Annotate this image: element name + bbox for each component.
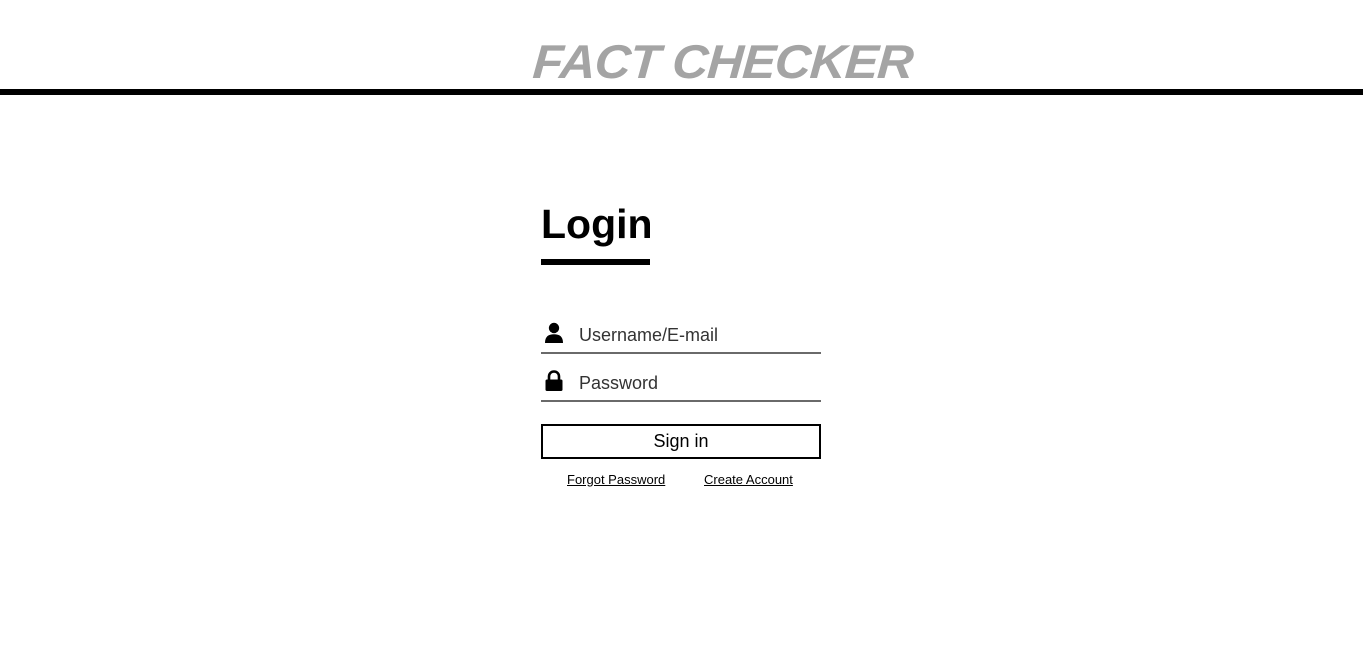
forgot-password-link[interactable]: Forgot Password xyxy=(567,472,665,487)
site-header: FACT CHECKER xyxy=(0,0,1363,96)
page-title: Login xyxy=(541,201,653,247)
user-icon xyxy=(545,322,563,343)
login-form: Login Sign in Forgot Password Create Acc… xyxy=(541,200,821,487)
password-field-wrapper xyxy=(541,366,821,402)
create-account-link[interactable]: Create Account xyxy=(704,472,793,487)
brand-logo[interactable]: FACT CHECKER xyxy=(531,35,914,88)
title-underline xyxy=(541,259,650,265)
password-input[interactable] xyxy=(579,368,815,398)
username-input[interactable] xyxy=(579,320,815,350)
auth-links: Forgot Password Create Account xyxy=(541,472,821,490)
lock-icon xyxy=(545,370,563,391)
username-field-wrapper xyxy=(541,318,821,354)
header-divider xyxy=(0,89,1363,95)
sign-in-button[interactable]: Sign in xyxy=(541,424,821,459)
